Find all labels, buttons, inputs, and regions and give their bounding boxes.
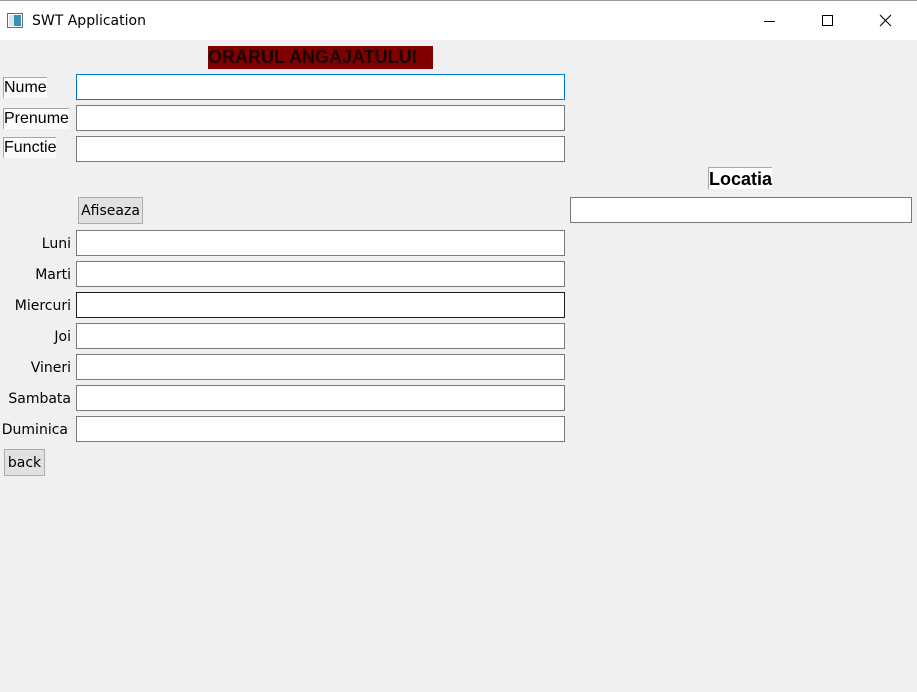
location-field[interactable] xyxy=(570,197,912,223)
day-field-miercuri[interactable] xyxy=(76,292,565,318)
day-field-luni[interactable] xyxy=(76,230,565,256)
day-label-vineri: Vineri xyxy=(30,360,71,376)
day-label-sambata: Sambata xyxy=(8,391,71,407)
window-app-icon xyxy=(7,13,23,28)
day-label-miercuri: Miercuri xyxy=(14,298,71,314)
day-field-vineri[interactable] xyxy=(76,354,565,380)
back-button[interactable]: back xyxy=(4,449,45,476)
prenume-field[interactable] xyxy=(76,105,565,131)
functie-field[interactable] xyxy=(76,136,565,162)
minimize-icon xyxy=(764,21,775,22)
day-field-marti[interactable] xyxy=(76,261,565,287)
day-label-marti: Marti xyxy=(35,267,71,283)
day-field-duminica[interactable] xyxy=(76,416,565,442)
day-label-duminica: Duminica xyxy=(1,422,68,438)
close-button[interactable] xyxy=(857,1,915,41)
maximize-button[interactable] xyxy=(799,1,857,41)
nume-field[interactable] xyxy=(76,74,565,100)
prenume-label: Prenume xyxy=(3,108,69,129)
location-label: Locatia xyxy=(708,167,773,189)
maximize-icon xyxy=(822,15,833,26)
title-bar: SWT Application xyxy=(0,0,917,40)
day-label-joi: Joi xyxy=(54,329,71,345)
day-field-sambata[interactable] xyxy=(76,385,565,411)
day-label-luni: Luni xyxy=(41,236,71,252)
window-title: SWT Application xyxy=(32,13,146,29)
nume-label: Nume xyxy=(3,77,47,98)
page-heading: ORARUL ANGAJATULUI xyxy=(208,46,433,69)
functie-label: Functie xyxy=(3,137,57,158)
close-icon xyxy=(879,14,892,27)
day-field-joi[interactable] xyxy=(76,323,565,349)
show-button[interactable]: Afiseaza xyxy=(78,197,143,224)
minimize-button[interactable] xyxy=(741,1,799,41)
